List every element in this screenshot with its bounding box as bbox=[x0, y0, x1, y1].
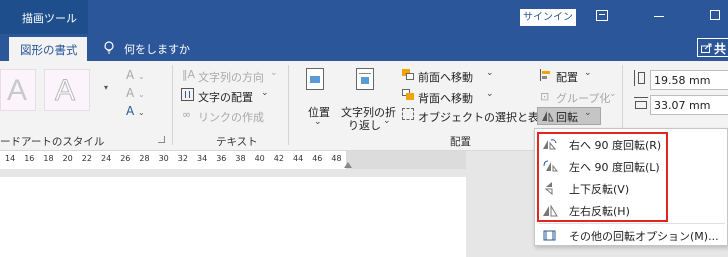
text-direction-dropdown-icon: ⌄ bbox=[270, 68, 278, 78]
group-icon: ⊡ bbox=[540, 90, 550, 103]
ruler-tick-label: 46 bbox=[312, 154, 323, 163]
tab-shape-format-label: 図形の書式 bbox=[20, 43, 78, 57]
ruler-tick-label: 44 bbox=[293, 154, 304, 163]
more-rotation-options-icon bbox=[543, 230, 557, 245]
arrange-group-label: 配置 bbox=[450, 136, 471, 148]
ruler-tick-label: 32 bbox=[177, 154, 188, 163]
separator bbox=[172, 65, 173, 145]
rotate-icon bbox=[541, 110, 554, 125]
bring-forward-icon bbox=[402, 69, 414, 80]
ruler-tick-label: 28 bbox=[139, 154, 150, 163]
context-tab-label: 描画ツール bbox=[22, 12, 77, 25]
menu-item-more-rotation-options[interactable]: その他の回転オプション(M)... bbox=[539, 224, 725, 246]
align-button[interactable]: 配置 bbox=[556, 69, 578, 85]
position-dropdown-icon: ⌄ bbox=[314, 117, 322, 127]
ruler-tick-label: 42 bbox=[273, 154, 284, 163]
selection-pane-button[interactable]: オブジェクトの選択と表示 bbox=[418, 109, 550, 125]
rotate-button-label: 回転 bbox=[556, 111, 578, 124]
ruler-tick-label: 36 bbox=[216, 154, 227, 163]
share-button[interactable]: 共 bbox=[697, 38, 728, 57]
title-bar: 描画ツール サインイン bbox=[0, 0, 728, 34]
highlight-box bbox=[537, 132, 668, 222]
wordart-gallery-more-icon[interactable]: ▾ bbox=[104, 83, 108, 92]
send-backward-icon bbox=[402, 89, 414, 100]
signin-button[interactable]: サインイン bbox=[520, 9, 576, 26]
wordart-a-outline-glyph: A bbox=[54, 74, 76, 108]
ribbon-display-options-icon[interactable] bbox=[596, 10, 608, 21]
ruler-tick-label: 18 bbox=[43, 154, 54, 163]
align-dropdown-icon: ⌄ bbox=[584, 68, 592, 78]
ruler-tick-label: 14 bbox=[5, 154, 16, 163]
shape-width-icon bbox=[634, 97, 648, 111]
align-icon bbox=[540, 69, 552, 81]
text-fill-button[interactable]: A ⌄ bbox=[126, 68, 145, 82]
group-button[interactable]: グループ化 bbox=[556, 90, 610, 106]
document-page[interactable] bbox=[0, 177, 466, 257]
text-group-label: テキスト bbox=[216, 136, 258, 148]
ruler-tick-label: 34 bbox=[197, 154, 208, 163]
group-dropdown-icon: ⌄ bbox=[609, 89, 617, 99]
text-outline-button[interactable]: A ⌄ bbox=[126, 86, 145, 100]
send-backward-dropdown-icon: ⌄ bbox=[486, 89, 494, 99]
minimize-icon[interactable] bbox=[654, 16, 664, 17]
bring-forward-dropdown-icon: ⌄ bbox=[486, 68, 494, 78]
text-direction-icon: ‖A bbox=[182, 68, 196, 81]
shape-width-input[interactable]: 33.07 mm bbox=[650, 95, 728, 115]
tell-me-search[interactable]: 何をしますか bbox=[124, 41, 190, 57]
text-direction-button[interactable]: 文字列の方向 bbox=[198, 69, 264, 85]
ruler-tick-label: 24 bbox=[101, 154, 112, 163]
wrap-text-icon bbox=[356, 68, 374, 90]
text-align-dropdown-icon: ⌄ bbox=[261, 88, 269, 98]
text-align-button[interactable]: 文字の配置 bbox=[198, 89, 253, 105]
maximize-icon[interactable] bbox=[710, 10, 720, 20]
wrap-text-line2[interactable]: り返し bbox=[348, 117, 381, 133]
ruler-tick-label: 22 bbox=[81, 154, 92, 163]
shape-height-icon bbox=[634, 70, 646, 86]
tab-shape-format[interactable]: 図形の書式 bbox=[9, 37, 87, 61]
ruler-tick-label: 20 bbox=[62, 154, 73, 163]
position-icon bbox=[306, 68, 324, 90]
send-backward-button[interactable]: 背面へ移動 bbox=[418, 90, 473, 106]
share-icon bbox=[701, 43, 712, 53]
shape-height-input[interactable]: 19.58 mm bbox=[650, 70, 728, 90]
bring-forward-button[interactable]: 前面へ移動 bbox=[418, 69, 473, 85]
ruler-tick-label: 26 bbox=[120, 154, 131, 163]
ruler-tick-label: 16 bbox=[24, 154, 35, 163]
wordart-style-1[interactable]: A bbox=[0, 69, 36, 111]
selection-pane-icon bbox=[402, 108, 414, 120]
shape-height-value: 19.58 mm bbox=[654, 74, 711, 87]
wordart-style-2[interactable]: A bbox=[44, 69, 90, 111]
ruler-margin-area bbox=[346, 151, 466, 169]
link-icon: ∞ bbox=[182, 108, 192, 121]
share-label: 共 bbox=[714, 42, 727, 56]
menu-item-label: その他の回転オプション(M)... bbox=[569, 230, 719, 243]
indent-marker-icon[interactable] bbox=[344, 162, 352, 168]
ribbon-tab-bar: 図形の書式 何をしますか 共 bbox=[0, 34, 728, 61]
text-align-icon bbox=[181, 88, 194, 101]
lightbulb-icon bbox=[104, 41, 114, 58]
separator bbox=[288, 65, 289, 145]
wordart-dialog-launcher-icon[interactable] bbox=[158, 136, 165, 143]
wordart-group-label: ードアートのスタイル bbox=[0, 136, 105, 148]
ruler-tick-label: 48 bbox=[331, 154, 342, 163]
shape-width-value: 33.07 mm bbox=[654, 99, 711, 112]
rotate-dropdown-icon: ⌄ bbox=[584, 108, 592, 118]
wordart-a-glyph: A bbox=[7, 74, 28, 107]
create-link-button[interactable]: リンクの作成 bbox=[198, 109, 264, 125]
text-effects-button[interactable]: A ⌄ bbox=[126, 104, 145, 118]
ruler-tick-label: 40 bbox=[254, 154, 265, 163]
wrap-text-dropdown-icon: ⌄ bbox=[383, 116, 391, 126]
ruler-tick-label: 38 bbox=[235, 154, 246, 163]
ruler-tick-label: 30 bbox=[158, 154, 169, 163]
